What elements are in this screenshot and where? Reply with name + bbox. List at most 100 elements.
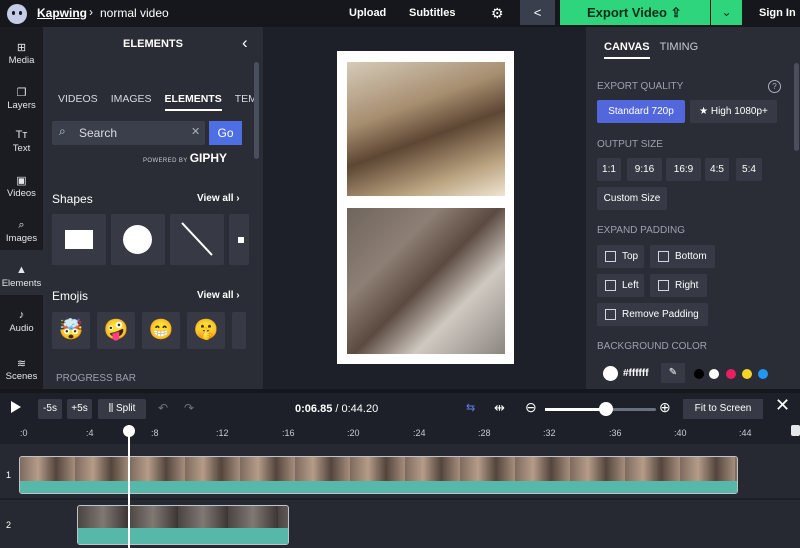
giphy-logo: GIPHY <box>189 151 228 165</box>
export-quality-label: EXPORT QUALITY <box>597 81 684 92</box>
fit-to-screen-button[interactable]: Fit to Screen <box>683 399 763 419</box>
snap-icon[interactable]: ⇆ <box>466 401 475 414</box>
zoom-out-icon[interactable]: ⊖ <box>525 399 537 416</box>
pad-left-checkbox[interactable]: Left <box>597 274 644 297</box>
zoom-slider-handle[interactable] <box>599 402 614 416</box>
progress-bar-heading: PROGRESS BAR <box>56 373 137 384</box>
pad-right-checkbox[interactable]: Right <box>650 274 707 297</box>
shape-dot[interactable] <box>229 214 249 265</box>
rail-item-elements[interactable]: ▲ Elements <box>0 250 43 295</box>
subtitles-button[interactable]: Subtitles <box>409 7 455 19</box>
share-icon: < <box>533 5 542 20</box>
split-button[interactable]: ⫼ Split <box>98 399 146 419</box>
swatch-pink[interactable] <box>726 369 736 379</box>
sign-in-button[interactable]: Sign In <box>759 7 796 19</box>
timeline-scrollbar[interactable] <box>791 425 800 436</box>
emojis-view-all-link[interactable]: View all › <box>197 290 240 301</box>
remove-padding-checkbox[interactable]: Remove Padding <box>597 303 708 326</box>
emoji-exploding-head[interactable]: 🤯 <box>52 312 90 349</box>
tab-elements[interactable]: ELEMENTS <box>164 93 222 111</box>
eyedropper-icon[interactable]: ✎ <box>661 363 685 383</box>
video-frame-top[interactable] <box>347 62 505 196</box>
swatch-blue[interactable] <box>758 369 768 379</box>
gear-icon[interactable]: ⚙ <box>491 5 504 22</box>
rail-label: Layers <box>7 100 36 111</box>
rail-item-videos[interactable]: ▣ Videos <box>0 160 43 205</box>
current-time: 0:06.85 <box>295 403 333 415</box>
pad-top-checkbox[interactable]: Top <box>597 245 644 268</box>
swatch-white[interactable] <box>709 369 719 379</box>
help-icon[interactable]: ? <box>768 80 781 93</box>
shape-line[interactable] <box>170 214 224 265</box>
export-dropdown-button[interactable]: ⌄ <box>711 0 742 25</box>
video-clip-2[interactable] <box>77 505 289 545</box>
shapes-view-all-link[interactable]: View all › <box>197 193 240 204</box>
rail-item-images[interactable]: ⌕ Images <box>0 205 43 250</box>
rail-item-audio[interactable]: ♪ Audio <box>0 295 43 340</box>
swatch-black[interactable] <box>694 369 704 379</box>
quality-high-button[interactable]: ★ High 1080p+ <box>690 100 777 123</box>
image-search-icon: ⌕ <box>18 219 25 231</box>
emoji-shushing-face[interactable]: 🤫 <box>187 312 225 349</box>
play-icon[interactable] <box>11 401 21 413</box>
custom-size-button[interactable]: Custom Size <box>597 187 667 210</box>
tab-canvas[interactable]: CANVAS <box>604 41 650 59</box>
playhead-handle[interactable] <box>123 425 135 437</box>
size-16-9-button[interactable]: 16:9 <box>666 158 701 181</box>
go-button[interactable]: Go <box>209 121 242 145</box>
size-9-16-button[interactable]: 9:16 <box>627 158 662 181</box>
shape-circle[interactable] <box>111 214 165 265</box>
background-color-picker[interactable]: #ffffff <box>601 364 659 384</box>
shape-rectangle[interactable] <box>52 214 106 265</box>
pad-bottom-checkbox[interactable]: Bottom <box>650 245 715 268</box>
project-title[interactable]: normal video <box>100 6 169 20</box>
tab-images[interactable]: IMAGES <box>111 93 152 105</box>
settings-scrollbar[interactable] <box>794 63 799 151</box>
ruler-tick: :40 <box>674 428 687 438</box>
video-clip-1[interactable] <box>19 456 738 494</box>
rail-item-layers[interactable]: ❐ Layers <box>0 72 43 117</box>
panel-scrollbar[interactable] <box>254 62 259 159</box>
rail-label: Media <box>8 55 35 66</box>
forward-5s-button[interactable]: +5s <box>67 399 92 419</box>
rail-item-text[interactable]: Tт Text <box>0 115 43 160</box>
upload-button[interactable]: Upload <box>349 7 386 19</box>
quality-standard-button[interactable]: Standard 720p <box>597 100 685 123</box>
elements-panel: ELEMENTS ‹ VIDEOSIMAGESELEMENTSTEM ⌕ ✕ G… <box>43 27 263 389</box>
rail-label: Elements <box>1 278 42 289</box>
tab-videos[interactable]: VIDEOS <box>58 93 98 105</box>
rail-item-media[interactable]: ⊞ Media <box>0 27 43 72</box>
video-frame-bottom[interactable] <box>347 208 505 354</box>
emoji-grinning-face[interactable]: 😁 <box>142 312 180 349</box>
size-4-5-button[interactable]: 4:5 <box>705 158 729 181</box>
kapwing-logo[interactable] <box>7 4 27 24</box>
video-canvas[interactable] <box>337 51 514 364</box>
zoom-in-icon[interactable]: ⊕ <box>659 399 671 416</box>
settings-tabs: CANVAS TIMING <box>604 41 699 59</box>
undo-icon[interactable]: ↶ <box>158 401 168 415</box>
text-icon: Tт <box>15 129 28 141</box>
playhead[interactable] <box>128 425 130 548</box>
brand-link[interactable]: Kapwing <box>37 6 87 20</box>
back-5s-button[interactable]: -5s <box>38 399 62 419</box>
emoji-zany-face[interactable]: 🤪 <box>97 312 135 349</box>
collapse-panel-icon[interactable]: ‹ <box>242 33 248 53</box>
rail-label: Videos <box>7 188 36 199</box>
rail-item-scenes[interactable]: ≋ Scenes <box>0 343 43 388</box>
redo-icon[interactable]: ↷ <box>184 401 194 415</box>
background-hex: #ffffff <box>623 368 649 379</box>
close-timeline-icon[interactable]: ✕ <box>775 395 790 416</box>
timeline-ruler[interactable]: :0 :4 :8 :12 :16 :20 :24 :28 :32 :36 :40… <box>0 425 800 444</box>
tab-timing[interactable]: TIMING <box>660 41 699 53</box>
search-input[interactable] <box>79 125 189 141</box>
rail-label: Scenes <box>5 371 38 382</box>
export-video-button[interactable]: Export Video ⇪ <box>560 0 710 25</box>
split-view-icon[interactable]: ⇹ <box>494 400 505 416</box>
size-1-1-button[interactable]: 1:1 <box>597 158 621 181</box>
size-5-4-button[interactable]: 5:4 <box>736 158 762 181</box>
emoji-partial[interactable] <box>232 312 246 349</box>
share-button[interactable]: < <box>520 0 555 25</box>
clear-icon[interactable]: ✕ <box>191 125 200 138</box>
swatch-yellow[interactable] <box>742 369 752 379</box>
circle-icon <box>123 225 152 254</box>
